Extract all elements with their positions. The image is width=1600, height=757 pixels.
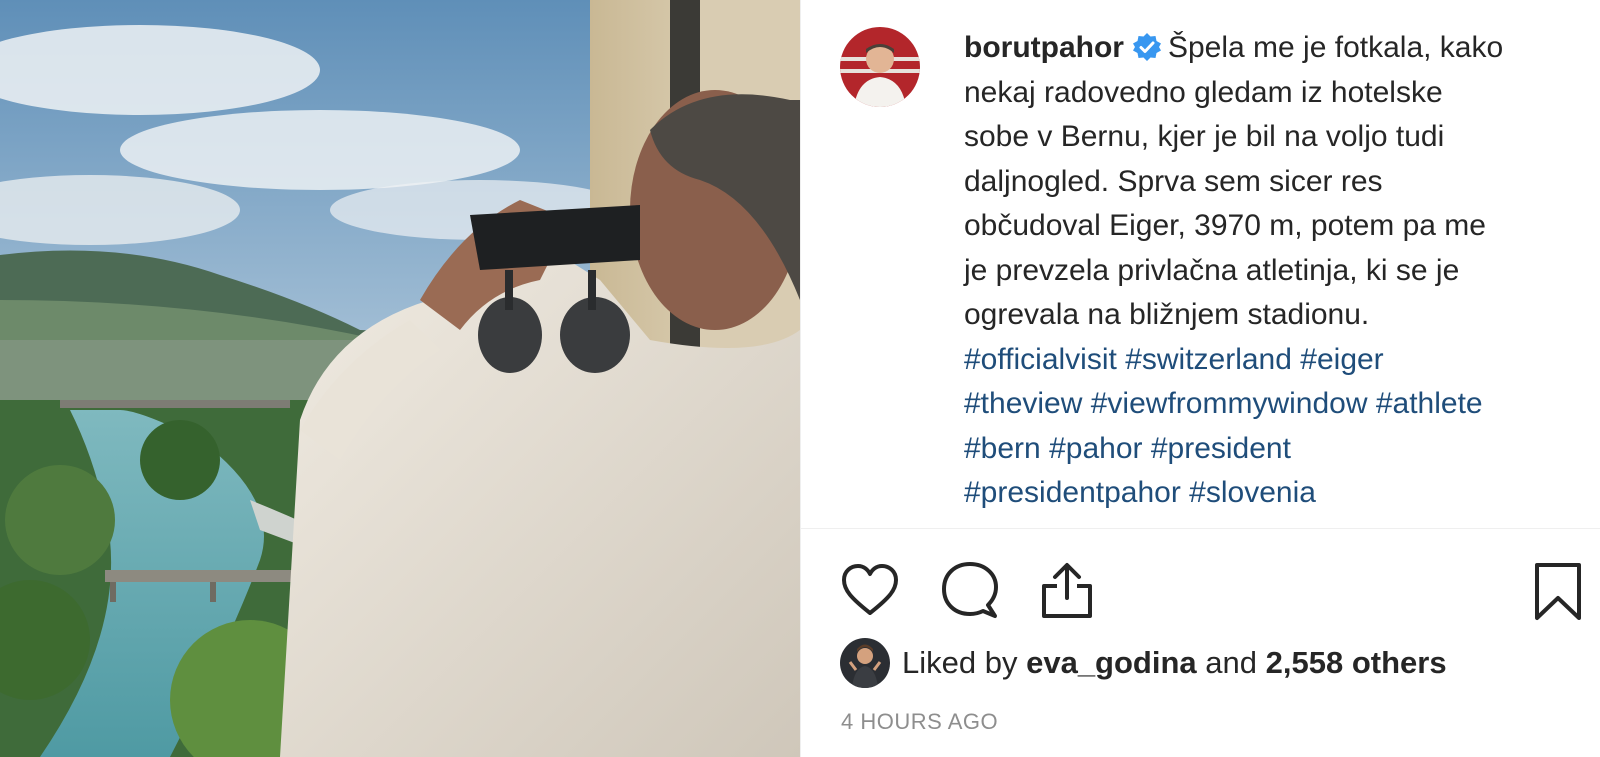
caption-line: ogrevala na bližnjem stadionu. [964,298,1370,331]
caption-line: sobe v Bernu, kjer je bil na voljo tudi [964,120,1445,153]
verified-badge-icon [1132,31,1162,61]
hashtag-link[interactable]: #switzerland [1125,343,1292,376]
liked-by-label: Liked by [902,645,1018,680]
comment-button[interactable] [939,560,1001,622]
hashtag-link[interactable]: #viewfrommywindow [1091,387,1368,420]
hashtag-link[interactable]: #theview [964,387,1082,420]
save-button[interactable] [1527,560,1589,622]
hashtag-link[interactable]: #slovenia [1189,476,1316,509]
hashtag-link[interactable]: #eiger [1300,343,1383,376]
heart-icon [842,564,898,615]
bookmark-icon [1535,563,1581,620]
author-avatar-image [840,27,920,107]
hashtag-link[interactable]: #athlete [1376,387,1483,420]
post-timestamp[interactable]: 4 HOURS AGO [841,709,998,735]
post-actions [0,560,1600,630]
post-caption: borutpahor Špela me je fotkala, kako neka… [964,26,1574,516]
hashtag-list: #officialvisit #switzerland #eiger #thev… [964,338,1574,516]
liked-by-others[interactable]: 2,558 others [1266,645,1447,680]
likes-summary: Liked by eva_godina and 2,558 others [840,638,1580,688]
section-divider [800,528,1600,529]
caption-line: je prevzela privlačna atletinja, ki se j… [964,253,1460,287]
hashtag-link[interactable]: #president [1151,432,1291,465]
hashtag-link[interactable]: #pahor [1049,432,1142,465]
hashtag-link[interactable]: #officialvisit [964,343,1117,376]
likes-text: Liked by eva_godina and 2,558 others [902,638,1447,688]
share-button[interactable] [1036,560,1098,622]
liker-avatar[interactable] [840,638,890,688]
hashtag-link[interactable]: #presidentpahor [964,476,1181,509]
post-photo-image [0,0,800,757]
caption-line: nekaj radovedno gledam iz hotelske [964,75,1443,109]
author-avatar[interactable] [840,27,920,107]
liked-by-and: and [1205,645,1258,680]
caption-line: daljnogled. Sprva sem sicer res [964,164,1383,198]
liker-avatar-image [840,638,890,688]
hashtag-link[interactable]: #bern [964,432,1041,465]
caption-line: Špela me je fotkala, kako [1167,31,1504,64]
liked-by-username[interactable]: eva_godina [1026,645,1197,680]
like-button[interactable] [839,560,901,622]
caption-line: občudoval Eiger, 3970 m, potem pa me [964,209,1486,242]
comment-icon [942,562,998,618]
author-username[interactable]: borutpahor [964,31,1124,64]
post-photo[interactable] [0,0,800,757]
share-icon [1042,563,1092,618]
